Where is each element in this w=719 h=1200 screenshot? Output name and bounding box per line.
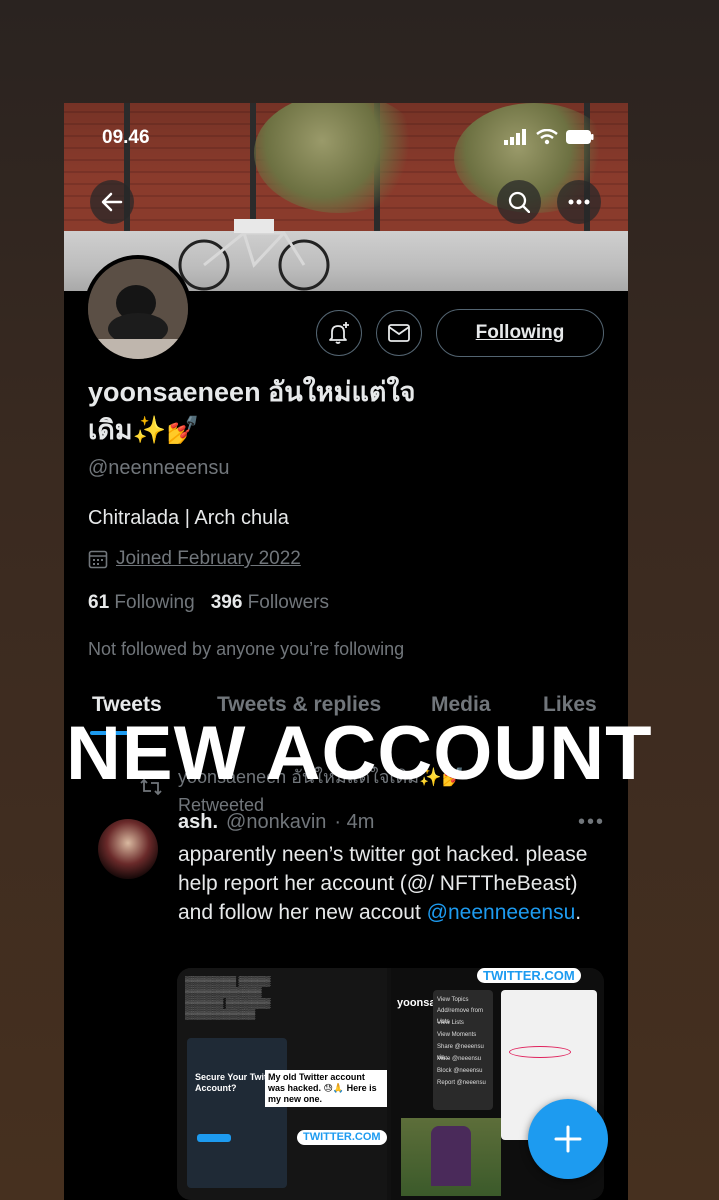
status-time: 09.46 [102,127,150,148]
search-icon [508,191,530,213]
tweet-author-avatar[interactable] [98,819,158,879]
media-right-menu-item: View Topics [437,997,469,1003]
plus-icon [554,1125,582,1153]
compose-tweet-button[interactable] [528,1099,608,1179]
followers-count: 396 [210,592,243,613]
media-right-menu-item: Block @neeensu [437,1068,483,1074]
bell-plus-icon [329,322,349,344]
more-button[interactable] [557,180,601,224]
banner-foliage [254,103,424,213]
following-button[interactable]: Following [436,309,604,357]
profile-bio: Chitralada | Arch chula [88,507,289,529]
tweet-header: ash. @nonkavin · 4m [178,811,374,834]
status-icons [504,129,594,145]
banner-bicycle [178,219,330,291]
following-count-link[interactable]: 61 Following [88,592,195,614]
media-left-caption: My old Twitter account was hacked. 😓🙏 He… [265,1070,387,1107]
notifications-button[interactable] [316,310,362,356]
tweet-author-name[interactable]: ash. [178,811,218,834]
back-arrow-icon [101,192,123,212]
media-left-thai-text: ▒▒▒▒▒▒▒▒ ▒▒▒▒▒ ▒▒▒▒▒▒▒▒▒▒▒▒ ▒▒▒▒▒▒ ▒▒▒▒▒▒▒… [185,976,271,1019]
phone-screen: 09.46 Following yoonsaeneen อันใหม่แต่ใจ… [64,103,628,1200]
tweet-author-handle[interactable]: @nonkavin [226,811,326,834]
avatar-image [88,259,188,359]
not-followed-note: Not followed by anyone you’re following [88,639,405,659]
media-right-highlight [509,1046,571,1058]
media-right-link: TWITTER.COM [477,968,581,983]
battery-icon [566,130,594,144]
follow-counts: 61 Following 396 Followers [88,592,329,614]
media-left-screenshot: Secure Your Twitter Account? [187,1038,287,1188]
profile-display-name: yoonsaeneen อันใหม่แต่ใจเดิม✨💅 [88,377,416,445]
tweet-more-icon[interactable]: ••• [578,811,605,834]
tweet-mention-link[interactable]: @neenneeensu [427,901,576,924]
more-dots-icon [568,199,590,205]
back-button[interactable] [90,180,134,224]
envelope-icon [388,324,410,342]
media-left-button [197,1134,231,1142]
joined-text: Joined February 2022 [116,548,301,569]
followers-label: Followers [247,592,329,613]
media-right-menu-item: Mute @neeensu [437,1056,482,1062]
message-button[interactable] [376,310,422,356]
joined-date: Joined February 2022 [88,548,301,570]
wifi-icon [536,129,558,145]
profile-avatar[interactable] [84,255,192,363]
tweet-text-end: . [575,901,582,924]
profile-handle: @neenneeensu [88,457,230,479]
tweet-body: apparently neen’s twitter got hacked. pl… [178,840,618,927]
media-right-menu-item: Report @neeensu [437,1080,486,1086]
media-right-menu-item: View Lists [437,1020,464,1026]
calendar-icon [88,550,108,569]
media-right-person [431,1126,471,1186]
story-overlay-text: NEW ACCOUNT [66,711,653,796]
media-left-link: TWITTER.COM [297,1130,387,1145]
followers-count-link[interactable]: 396 Followers [211,592,329,614]
search-button[interactable] [497,180,541,224]
media-image-left[interactable]: ▒▒▒▒▒▒▒▒ ▒▒▒▒▒ ▒▒▒▒▒▒▒▒▒▒▒▒ ▒▒▒▒▒▒ ▒▒▒▒▒▒▒… [177,968,387,1200]
media-right-menu: View Topics Add/remove from Lists View L… [433,990,493,1110]
signal-icon [504,129,526,145]
media-right-photo [401,1118,501,1196]
status-bar: 09.46 [64,123,628,153]
media-right-menu-item: View Moments [437,1032,477,1038]
following-count: 61 [88,592,110,613]
following-label: Following [114,592,195,613]
tweet-time: · 4m [334,811,375,833]
